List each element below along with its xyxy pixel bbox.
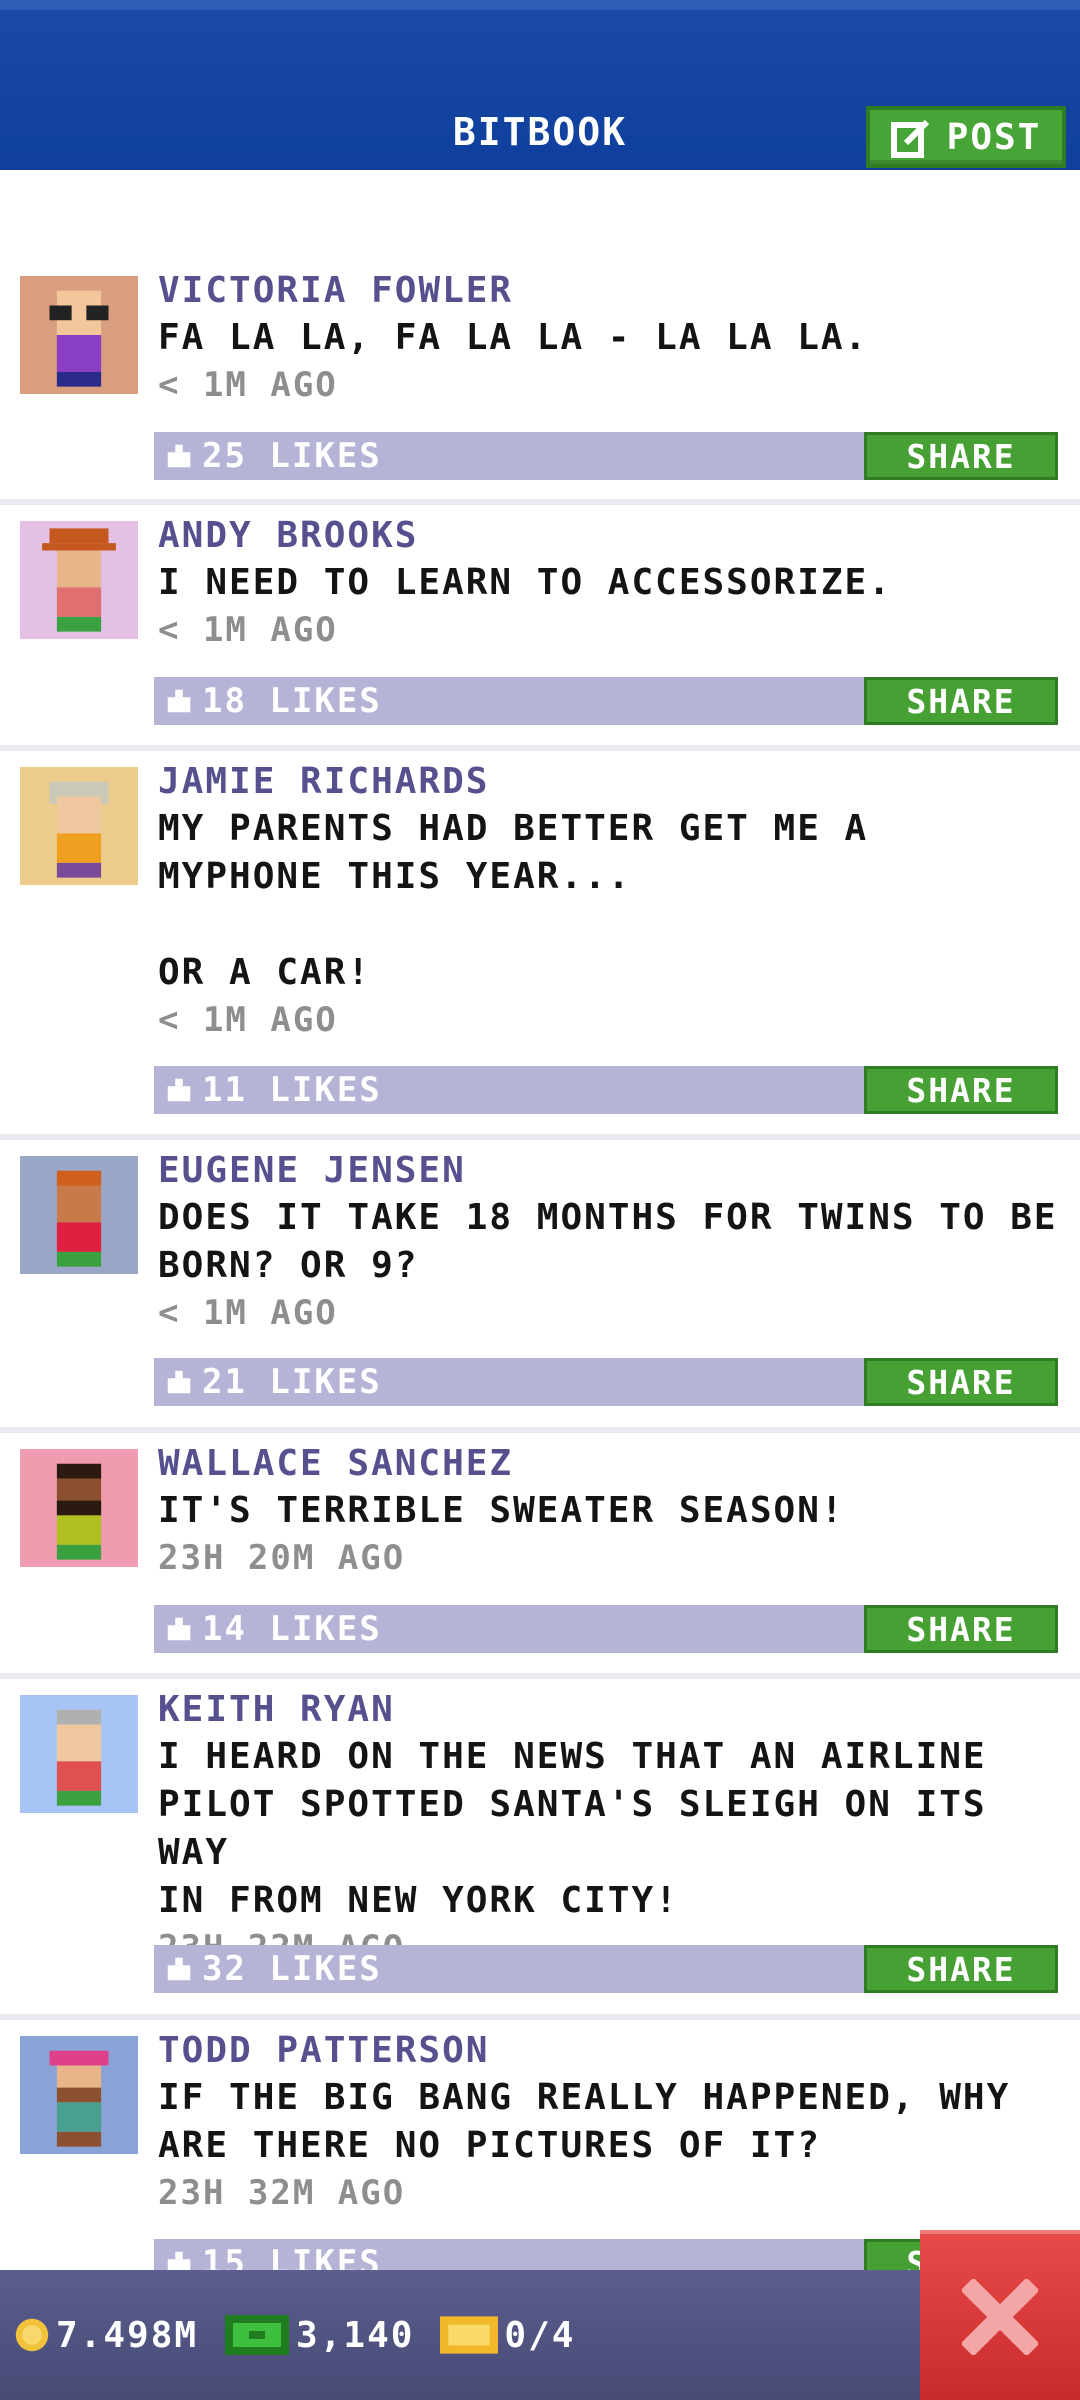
feed-post: EUGENE JENSEN DOES IT TAKE 18 MONTHS FOR… <box>0 1140 1080 1433</box>
post-author[interactable]: WALLACE SANCHEZ <box>158 1441 1060 1487</box>
post-author[interactable]: VICTORIA FOWLER <box>158 268 1060 314</box>
close-icon <box>962 2279 1038 2355</box>
thumbs-up-icon <box>167 1957 191 1981</box>
thumbs-up-icon <box>167 2251 191 2270</box>
post-time: < 1M AGO <box>158 610 338 650</box>
share-button[interactable]: SHARE <box>864 1945 1058 1993</box>
post-content: TODD PATTERSON IF THE BIG BANG REALLY HA… <box>158 2028 1060 2216</box>
post-author[interactable]: EUGENE JENSEN <box>158 1148 1060 1194</box>
feed-post: TODD PATTERSON IF THE BIG BANG REALLY HA… <box>0 2020 1080 2270</box>
post-time: < 1M AGO <box>158 365 338 405</box>
like-bar: 14 LIKES SHARE <box>154 1605 1058 1653</box>
like-count[interactable]: 11 LIKES <box>202 1070 382 1110</box>
avatar-image <box>20 276 138 394</box>
close-button[interactable] <box>920 2230 1080 2400</box>
bottom-status-bar: 7.498M 3,140 0/4 <box>0 2270 1080 2400</box>
like-count[interactable]: 15 LIKES <box>202 2243 382 2270</box>
feed-post: VICTORIA FOWLER FA LA LA, FA LA LA - LA … <box>0 260 1080 505</box>
ticket-icon <box>440 2316 499 2354</box>
avatar-image <box>20 1449 138 1567</box>
post-time: < 1M AGO <box>158 1293 338 1333</box>
post-author[interactable]: ANDY BROOKS <box>158 513 1060 559</box>
feed-post: ANDY BROOKS I NEED TO LEARN TO ACCESSORI… <box>0 505 1080 751</box>
share-button[interactable]: SHARE <box>864 1358 1058 1406</box>
post-text: FA LA LA, FA LA LA - LA LA LA. <box>158 317 869 358</box>
post-text: IF THE BIG BANG REALLY HAPPENED, WHY ARE… <box>158 2077 1011 2166</box>
tickets-stat[interactable]: 0/4 <box>440 2315 575 2356</box>
feed-post: JAMIE RICHARDS MY PARENTS HAD BETTER GET… <box>0 751 1080 1140</box>
post-button[interactable]: POST <box>866 106 1066 168</box>
like-bar: 32 LIKES SHARE <box>154 1945 1058 1993</box>
thumbs-up-icon <box>167 1370 191 1394</box>
feed-post: WALLACE SANCHEZ IT'S TERRIBLE SWEATER SE… <box>0 1433 1080 1679</box>
avatar-image <box>20 521 138 639</box>
avatar[interactable] <box>20 1449 138 1567</box>
thumbs-up-icon <box>167 1078 191 1102</box>
avatar-image <box>20 767 138 885</box>
tickets-value: 0/4 <box>504 2314 576 2356</box>
coins-value: 7.498M <box>56 2314 199 2356</box>
post-text: IT'S TERRIBLE SWEATER SEASON! <box>158 1490 845 1531</box>
like-count[interactable]: 32 LIKES <box>202 1949 382 1989</box>
like-count[interactable]: 18 LIKES <box>202 681 382 721</box>
post-text: DOES IT TAKE 18 MONTHS FOR TWINS TO BE B… <box>158 1197 1058 1286</box>
bux-icon <box>225 2315 290 2355</box>
post-author[interactable]: KEITH RYAN <box>158 1687 1060 1733</box>
post-author[interactable]: TODD PATTERSON <box>158 2028 1060 2074</box>
post-content: EUGENE JENSEN DOES IT TAKE 18 MONTHS FOR… <box>158 1148 1060 1336</box>
avatar[interactable] <box>20 1156 138 1274</box>
post-content: VICTORIA FOWLER FA LA LA, FA LA LA - LA … <box>158 268 1060 408</box>
share-button[interactable]: SHARE <box>864 1605 1058 1653</box>
post-text: I HEARD ON THE NEWS THAT AN AIRLINE PILO… <box>158 1736 987 1921</box>
like-count[interactable]: 25 LIKES <box>202 436 382 476</box>
avatar[interactable] <box>20 1695 138 1813</box>
post-author[interactable]: JAMIE RICHARDS <box>158 759 1060 805</box>
avatar[interactable] <box>20 767 138 885</box>
thumbs-up-icon <box>167 1617 191 1641</box>
compose-icon <box>890 119 929 158</box>
coin-icon <box>15 2318 49 2352</box>
share-button[interactable]: SHARE <box>864 1066 1058 1114</box>
avatar-image <box>20 1156 138 1274</box>
post-content: JAMIE RICHARDS MY PARENTS HAD BETTER GET… <box>158 759 1060 1043</box>
post-time: 23H 32M AGO <box>158 2173 406 2213</box>
avatar-image <box>20 1695 138 1813</box>
post-time: 23H 20M AGO <box>158 1538 406 1578</box>
post-text: I NEED TO LEARN TO ACCESSORIZE. <box>158 562 892 603</box>
post-content: WALLACE SANCHEZ IT'S TERRIBLE SWEATER SE… <box>158 1441 1060 1581</box>
post-text: MY PARENTS HAD BETTER GET ME A MYPHONE T… <box>158 808 869 993</box>
avatar[interactable] <box>20 521 138 639</box>
coins-stat[interactable]: 7.498M <box>14 2315 198 2356</box>
bux-stat[interactable]: 3,140 <box>224 2315 414 2356</box>
like-bar: 21 LIKES SHARE <box>154 1358 1058 1406</box>
like-count[interactable]: 21 LIKES <box>202 1362 382 1402</box>
bux-value: 3,140 <box>296 2314 415 2356</box>
avatar-image <box>20 2036 138 2154</box>
share-button[interactable]: SHARE <box>864 432 1058 480</box>
app-header: BITBOOK POST <box>0 0 1080 170</box>
like-count[interactable]: 14 LIKES <box>202 1609 382 1649</box>
feed-post: KEITH RYAN I HEARD ON THE NEWS THAT AN A… <box>0 1679 1080 2020</box>
like-bar: 25 LIKES SHARE <box>154 432 1058 480</box>
thumbs-up-icon <box>167 444 191 468</box>
feed-list[interactable]: VICTORIA FOWLER FA LA LA, FA LA LA - LA … <box>0 260 1080 2270</box>
post-content: KEITH RYAN I HEARD ON THE NEWS THAT AN A… <box>158 1687 1060 1971</box>
avatar[interactable] <box>20 2036 138 2154</box>
like-bar: 18 LIKES SHARE <box>154 677 1058 725</box>
share-button[interactable]: SHARE <box>864 677 1058 725</box>
post-content: ANDY BROOKS I NEED TO LEARN TO ACCESSORI… <box>158 513 1060 653</box>
thumbs-up-icon <box>167 689 191 713</box>
post-time: < 1M AGO <box>158 1000 338 1040</box>
like-bar: 11 LIKES SHARE <box>154 1066 1058 1114</box>
post-button-label: POST <box>946 116 1042 158</box>
avatar[interactable] <box>20 276 138 394</box>
